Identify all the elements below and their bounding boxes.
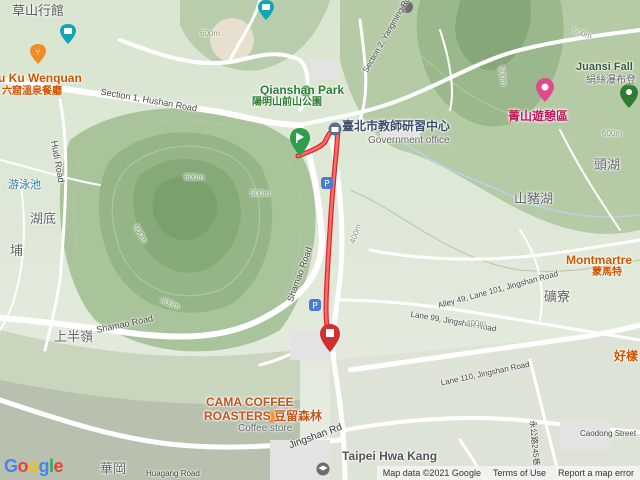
label-gov-office: Government office [368, 135, 450, 146]
hiking-icon[interactable] [620, 84, 638, 113]
label-hudi: 湖底 [30, 211, 57, 226]
label-qianshan-park-cn[interactable]: 陽明山前山公園 [252, 98, 322, 108]
label-kuku[interactable]: u Ku Wenquan [0, 72, 82, 84]
government-icon[interactable] [328, 122, 342, 141]
google-logo-o1: o [17, 456, 29, 476]
label-qingshan[interactable]: 菁山遊憩區 [508, 110, 568, 122]
svg-text:P: P [312, 302, 318, 312]
label-shangbanling: 上半嶺 [54, 329, 94, 344]
restaurant-icon[interactable]: ⑂ [30, 44, 46, 69]
contour-600-a: 600m [184, 173, 205, 182]
google-logo-e: e [53, 456, 64, 476]
camera-icon[interactable] [60, 24, 76, 49]
label-qianshan-park[interactable]: Qianshan Park [260, 84, 344, 96]
contour-600-d: 600m [602, 129, 623, 138]
label-kuliao: 礦寮 [544, 289, 571, 304]
label-huagang-road: Huagang Road [146, 469, 200, 478]
map-canvas[interactable]: ⑂ P P 草山行館 u Ku Wenquan 六窟溫泉餐廳 Qianshan … [0, 0, 640, 480]
google-logo: Google [4, 456, 64, 477]
attribution-bar: Map data ©2021 Google Terms of Use Repor… [376, 466, 640, 480]
label-cama1[interactable]: CAMA COFFEE [206, 396, 294, 408]
google-logo-g: G [4, 456, 18, 476]
contour-400-c: 400m [466, 319, 487, 328]
label-touhu: 頭湖 [594, 157, 621, 172]
label-cama2[interactable]: ROASTERS 豆留森林 [204, 410, 322, 422]
label-huagang: 華岡 [100, 461, 127, 476]
label-caodong: Caodong Street [580, 429, 637, 438]
svg-text:⑂: ⑂ [35, 48, 40, 58]
label-bu: 埔 [10, 243, 24, 258]
label-taipei-hwakang[interactable]: Taipei Hwa Kang [342, 450, 437, 462]
label-pool[interactable]: 游泳池 [8, 180, 41, 191]
end-pin-icon[interactable] [320, 324, 340, 357]
label-teacher-center[interactable]: 臺北市教師研習中心 [342, 120, 450, 132]
route-overlay [295, 127, 341, 348]
contour-500-c: 500m [250, 189, 271, 198]
education-icon[interactable] [316, 462, 330, 480]
google-logo-o2: o [28, 456, 39, 476]
label-juansi-falls-cn: 絹絲瀑布登 [586, 75, 636, 86]
contour-600-c: 600m [200, 29, 221, 38]
report-error-link[interactable]: Report a map error [552, 468, 640, 478]
attraction-pin-icon[interactable] [536, 78, 554, 107]
parking-icon-2[interactable]: P [308, 298, 322, 317]
google-logo-g2: g [38, 456, 50, 476]
svg-text:P: P [324, 180, 330, 190]
start-pin-icon[interactable] [290, 128, 310, 161]
label-cama3: Coffee store [238, 423, 293, 434]
label-kuku-cn[interactable]: 六窟溫泉餐廳 [2, 87, 62, 97]
label-juansi-falls[interactable]: Juansi Fall [576, 62, 633, 73]
terms-link[interactable]: Terms of Use [487, 468, 552, 478]
label-hao[interactable]: 好樣 [614, 350, 638, 362]
map-data-text: Map data ©2021 Google [382, 468, 481, 478]
label-montmartre-cn: 蒙馬特 [592, 267, 622, 278]
museum-icon[interactable] [258, 0, 274, 25]
label-montmartre[interactable]: Montmartre [566, 254, 632, 266]
parking-icon[interactable]: P [320, 176, 334, 195]
label-caoshan-house[interactable]: 草山行館 [12, 4, 64, 17]
label-shanzhuhu: 山豬湖 [514, 191, 554, 206]
